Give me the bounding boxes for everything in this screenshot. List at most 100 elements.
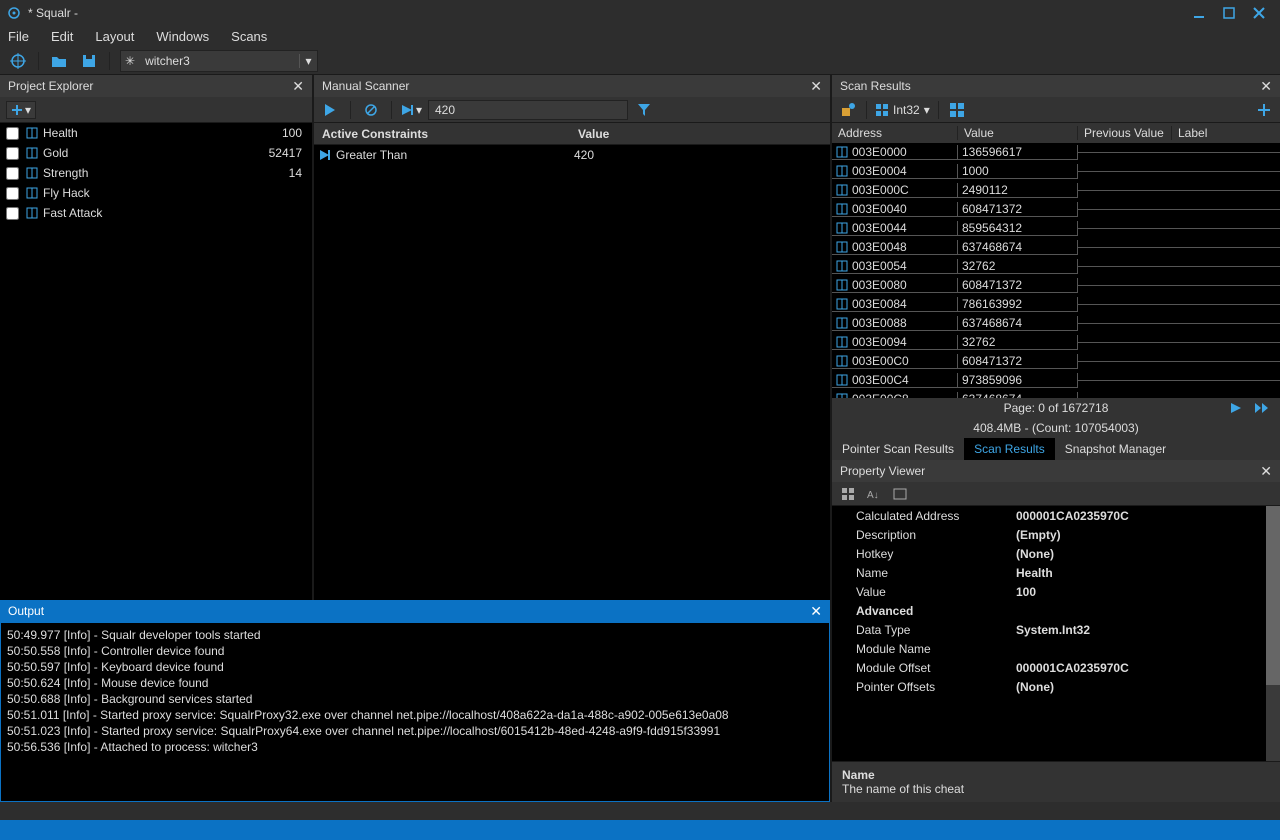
scan-result-row[interactable]: 003E0080 608471372	[832, 276, 1280, 295]
scan-result-row[interactable]: 003E0004 1000	[832, 162, 1280, 181]
process-dropdown-icon[interactable]: ▾	[299, 54, 317, 68]
project-item-checkbox[interactable]	[6, 127, 19, 140]
play-scan-icon[interactable]	[320, 100, 340, 120]
result-prev	[1078, 190, 1172, 191]
scan-result-row[interactable]: 003E0000 136596617	[832, 143, 1280, 162]
menu-scans[interactable]: Scans	[231, 29, 267, 44]
project-item-checkbox[interactable]	[6, 207, 19, 220]
tab-snapshot-manager[interactable]: Snapshot Manager	[1055, 438, 1176, 460]
scan-value-input[interactable]	[428, 100, 628, 120]
property-key: Description	[856, 528, 1016, 542]
scan-result-row[interactable]: 003E0040 608471372	[832, 200, 1280, 219]
output-log[interactable]: 50:49.977 [Info] - Squalr developer tool…	[0, 622, 830, 802]
result-prev	[1078, 152, 1172, 153]
cancel-scan-icon[interactable]	[361, 100, 381, 120]
result-prev	[1078, 209, 1172, 210]
scan-result-row[interactable]: 003E0088 637468674	[832, 314, 1280, 333]
output-line: 50:50.624 [Info] - Mouse device found	[7, 675, 823, 691]
property-value: Health	[1016, 566, 1053, 580]
scan-result-row[interactable]: 003E00C4 973859096	[832, 371, 1280, 390]
menu-windows[interactable]: Windows	[156, 29, 209, 44]
datatype-selector[interactable]: Int32 ▾	[875, 103, 930, 117]
project-item[interactable]: Strength 14	[0, 163, 312, 183]
collect-icon[interactable]	[838, 100, 858, 120]
project-item-checkbox[interactable]	[6, 187, 19, 200]
maximize-button[interactable]	[1214, 2, 1244, 24]
next-page-icon[interactable]	[1230, 402, 1242, 414]
scan-result-row[interactable]: 003E00C0 608471372	[832, 352, 1280, 371]
project-item[interactable]: Health 100	[0, 123, 312, 143]
project-item-checkbox[interactable]	[6, 147, 19, 160]
process-name-input[interactable]	[139, 54, 299, 68]
add-result-icon[interactable]	[1254, 100, 1274, 120]
result-value: 608471372	[958, 278, 1078, 293]
close-button[interactable]	[1244, 2, 1274, 24]
property-description: Name The name of this cheat	[832, 761, 1280, 802]
property-row[interactable]: Data TypeSystem.Int32	[832, 620, 1280, 639]
property-value: 000001CA0235970C	[1016, 509, 1129, 523]
output-close[interactable]: ✕	[810, 603, 822, 620]
project-item-checkbox[interactable]	[6, 167, 19, 180]
menu-layout[interactable]: Layout	[95, 29, 134, 44]
project-item[interactable]: Gold 52417	[0, 143, 312, 163]
result-value: 32762	[958, 259, 1078, 274]
scan-result-row[interactable]: 003E0054 32762	[832, 257, 1280, 276]
add-item-button[interactable]: ▾	[6, 101, 36, 119]
property-row[interactable]: NameHealth	[832, 563, 1280, 582]
scan-result-row[interactable]: 003E0048 637468674	[832, 238, 1280, 257]
menubar: File Edit Layout Windows Scans	[0, 25, 1280, 47]
property-row[interactable]: Module Name	[832, 639, 1280, 658]
grid-view-icon[interactable]	[947, 100, 967, 120]
property-list[interactable]: Calculated Address000001CA0235970CDescri…	[832, 506, 1280, 761]
result-label	[1172, 209, 1280, 210]
property-row[interactable]: Hotkey(None)	[832, 544, 1280, 563]
tab-scan-results[interactable]: Scan Results	[964, 438, 1055, 460]
props-icon[interactable]	[890, 484, 910, 504]
filter-icon[interactable]	[634, 100, 654, 120]
target-icon[interactable]	[8, 51, 28, 71]
property-key: Name	[856, 566, 1016, 580]
property-row[interactable]: Description(Empty)	[832, 525, 1280, 544]
scan-result-headers: Address Value Previous Value Label	[832, 123, 1280, 143]
result-value: 786163992	[958, 297, 1078, 312]
constraint-type-button[interactable]: ▾	[402, 100, 422, 120]
tab-pointer-results[interactable]: Pointer Scan Results	[832, 438, 964, 460]
process-selector[interactable]: ✳ ▾	[120, 50, 318, 72]
property-scrollbar[interactable]	[1266, 506, 1280, 761]
open-folder-icon[interactable]	[49, 51, 69, 71]
property-key: Data Type	[856, 623, 1016, 637]
property-key: Calculated Address	[856, 509, 1016, 523]
property-viewer-header: Property Viewer ✕	[832, 460, 1280, 482]
scan-results-close[interactable]: ✕	[1260, 78, 1272, 95]
scan-result-row[interactable]: 003E0094 32762	[832, 333, 1280, 352]
project-item[interactable]: Fly Hack	[0, 183, 312, 203]
result-prev	[1078, 266, 1172, 267]
property-row[interactable]: Calculated Address000001CA0235970C	[832, 506, 1280, 525]
scan-result-row[interactable]: 003E0084 786163992	[832, 295, 1280, 314]
menu-edit[interactable]: Edit	[51, 29, 73, 44]
property-row[interactable]: Value100	[832, 582, 1280, 601]
property-viewer-close[interactable]: ✕	[1260, 463, 1272, 480]
scan-result-row[interactable]: 003E000C 2490112	[832, 181, 1280, 200]
result-label	[1172, 342, 1280, 343]
save-icon[interactable]	[79, 51, 99, 71]
property-row[interactable]: Module Offset000001CA0235970C	[832, 658, 1280, 677]
constraint-row[interactable]: Greater Than420	[314, 145, 830, 165]
manual-scanner-close[interactable]: ✕	[810, 78, 822, 95]
project-explorer-close[interactable]: ✕	[292, 78, 304, 95]
sort-icon[interactable]: A↓	[864, 484, 884, 504]
result-prev	[1078, 247, 1172, 248]
header-label: Label	[1172, 126, 1280, 140]
menu-file[interactable]: File	[8, 29, 29, 44]
main-toolbar: ✳ ▾	[0, 47, 1280, 75]
minimize-button[interactable]	[1184, 2, 1214, 24]
scan-result-row[interactable]: 003E00C8 637468674	[832, 390, 1280, 398]
scan-result-row[interactable]: 003E0044 859564312	[832, 219, 1280, 238]
scan-result-footer: Page: 0 of 1672718	[832, 398, 1280, 418]
property-row[interactable]: Pointer Offsets(None)	[832, 677, 1280, 696]
last-page-icon[interactable]	[1254, 402, 1270, 414]
project-explorer-header: Project Explorer ✕	[0, 75, 312, 97]
categorize-icon[interactable]	[838, 484, 858, 504]
scan-result-list[interactable]: 003E0000 136596617 003E0004 1000 003E000…	[832, 143, 1280, 398]
project-item[interactable]: Fast Attack	[0, 203, 312, 223]
